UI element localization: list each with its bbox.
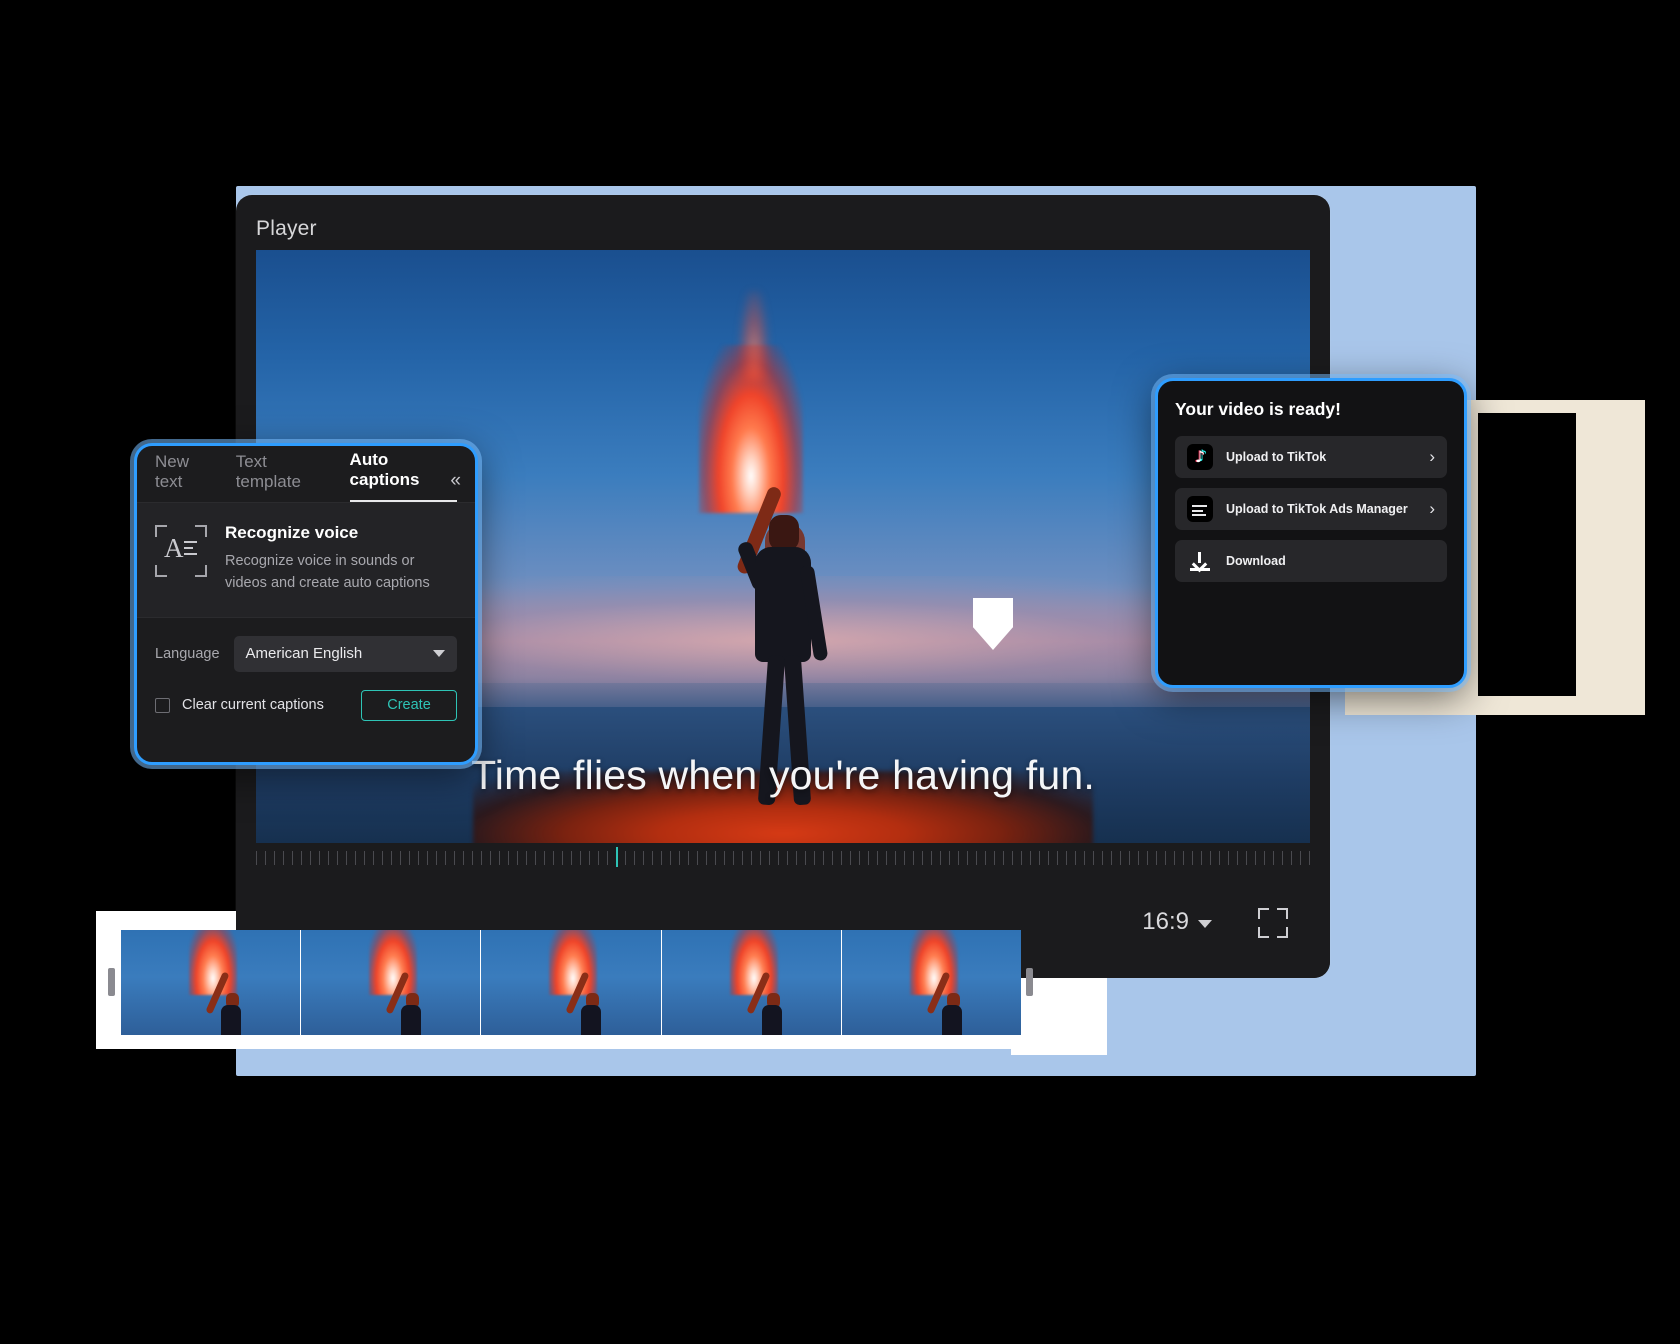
captions-tabs: New text Text template Auto captions « — [137, 446, 475, 502]
aspect-ratio-value: 16:9 — [1142, 908, 1189, 935]
auto-captions-panel: New text Text template Auto captions « A… — [134, 443, 478, 765]
language-select[interactable]: American English — [233, 635, 457, 672]
chevron-down-icon — [433, 650, 445, 657]
recognize-voice-description: Recognize voice in sounds or videos and … — [225, 553, 430, 591]
head — [769, 515, 799, 552]
filmstrip-frame[interactable] — [481, 930, 662, 1035]
trim-handle-left-icon[interactable] — [108, 968, 115, 996]
page-title: Player — [256, 217, 317, 240]
filmstrip-frame[interactable] — [841, 930, 1021, 1035]
clear-captions-label: Clear current captions — [182, 697, 324, 713]
fullscreen-icon[interactable] — [1258, 908, 1288, 938]
upload-to-tiktok-button[interactable]: ♪ ♪ ♪ Upload to TikTok › — [1175, 436, 1447, 478]
download-icon — [1187, 548, 1213, 574]
captions-actions-row: Clear current captions Create — [137, 672, 475, 721]
tab-auto-captions[interactable]: Auto captions — [349, 450, 457, 502]
timeline-filmstrip[interactable] — [121, 930, 1021, 1035]
download-label: Download — [1226, 554, 1286, 568]
timeline-ruler[interactable] — [256, 845, 1310, 871]
video-ready-panel: Your video is ready! ♪ ♪ ♪ Upload to TikTo… — [1155, 378, 1467, 688]
video-ready-title: Your video is ready! — [1175, 399, 1341, 419]
language-label: Language — [155, 645, 220, 662]
recognize-voice-card[interactable]: A Recognize voice Recognize voice in sou… — [137, 503, 475, 617]
create-button[interactable]: Create — [361, 689, 457, 721]
clear-captions-checkbox[interactable] — [155, 697, 170, 713]
filmstrip-frame[interactable] — [121, 930, 302, 1035]
recognize-voice-title: Recognize voice — [225, 523, 359, 542]
download-button[interactable]: Download — [1175, 540, 1447, 582]
chevron-right-icon: › — [1429, 447, 1435, 466]
tiktok-ads-manager-icon — [1187, 496, 1213, 522]
upload-to-tiktok-label: Upload to TikTok — [1226, 450, 1327, 464]
flare-icon — [699, 345, 803, 514]
upload-to-tiktok-ads-manager-button[interactable]: Upload to TikTok Ads Manager › — [1175, 488, 1447, 530]
tab-text-template[interactable]: Text template — [236, 452, 332, 502]
language-value: American English — [245, 645, 363, 662]
playhead-tick[interactable] — [616, 847, 619, 867]
upload-to-tiktok-ads-manager-label: Upload to TikTok Ads Manager — [1226, 502, 1408, 516]
collapse-panel-icon[interactable]: « — [450, 470, 461, 492]
torso — [755, 547, 811, 663]
recognize-voice-icon: A — [155, 525, 207, 577]
ruler-ticks — [256, 851, 1310, 865]
chevron-down-icon — [1198, 919, 1212, 928]
backdrop-black-block — [1478, 413, 1576, 696]
aspect-ratio-button[interactable]: 16:9 — [1142, 908, 1212, 936]
tab-new-text[interactable]: New text — [155, 452, 218, 502]
chevron-right-icon: › — [1429, 499, 1435, 518]
language-row: Language American English — [137, 618, 475, 672]
tiktok-icon: ♪ ♪ ♪ — [1187, 444, 1213, 470]
trim-handle-right-icon[interactable] — [1026, 968, 1033, 996]
filmstrip-frame[interactable] — [661, 930, 842, 1035]
filmstrip-frame[interactable] — [301, 930, 482, 1035]
text-lines-icon — [184, 541, 197, 559]
screenshot-stage: Player Time flies when you're having fun… — [0, 0, 1680, 1344]
